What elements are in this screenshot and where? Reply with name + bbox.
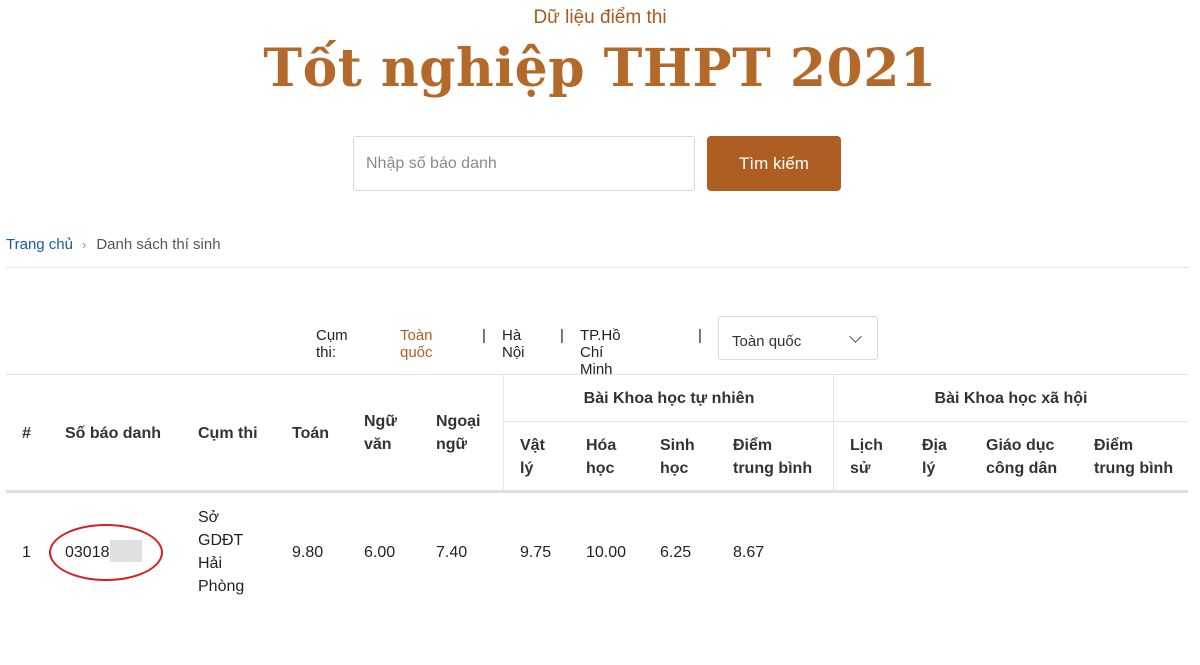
col-header-diem-tb-xh: Điểm trung bình <box>1094 434 1173 480</box>
cell-ngoai-ngu: 7.40 <box>436 544 468 561</box>
filter-separator: | <box>560 327 564 344</box>
header-line: Điểm <box>733 437 773 454</box>
search-input[interactable] <box>353 136 695 191</box>
header-line: lý <box>922 460 936 477</box>
header-line: ngữ <box>436 436 468 453</box>
table-header-border <box>6 490 1188 493</box>
filter-link-ha-noi[interactable]: Hà Nội <box>502 327 525 361</box>
header-line: học <box>586 460 615 477</box>
col-header-sbd: Số báo danh <box>65 425 161 442</box>
cell-index: 1 <box>22 544 31 561</box>
col-header-ngu-van: Ngữ văn <box>364 410 397 456</box>
col-header-diem-tb-tn: Điểm trung bình <box>733 434 812 480</box>
cell-diem-tb-tn: 8.67 <box>733 544 765 561</box>
header-line: Vật <box>520 437 545 454</box>
col-header-vat-ly: Vật lý <box>520 434 545 480</box>
header-line: trung bình <box>1094 460 1174 477</box>
filter-link-toan-quoc[interactable]: Toàn quốc <box>400 327 433 361</box>
table-top-border <box>6 374 1188 375</box>
breadcrumb-current: Danh sách thí sinh <box>96 236 221 253</box>
cell-vat-ly: 9.75 <box>520 544 552 561</box>
col-header-toan: Toán <box>292 425 330 442</box>
group-header-khxh: Bài Khoa học xã hội <box>934 390 1088 407</box>
cell-line: Phòng <box>198 578 245 595</box>
cell-toan: 9.80 <box>292 544 324 561</box>
cluster-select-value: Toàn quốc <box>732 332 802 350</box>
search-button[interactable]: Tìm kiếm <box>707 136 841 191</box>
header-line: lý <box>520 460 534 477</box>
cluster-select[interactable]: Toàn quốc <box>718 316 878 360</box>
header-line: Giáo dục <box>986 437 1055 454</box>
header-line: Điểm <box>1094 437 1134 454</box>
header-line: công dân <box>986 460 1058 477</box>
col-header-dia-ly: Địa lý <box>922 434 947 480</box>
col-header-gdcd: Giáo dục công dân <box>986 434 1057 480</box>
filter-link-tp-hcm[interactable]: TP.Hồ Chí Minh <box>580 327 621 378</box>
col-header-sinh-hoc: Sinh học <box>660 434 695 480</box>
col-header-lich-su: Lịch sử <box>850 434 883 480</box>
col-header-ngoai-ngu: Ngoại ngữ <box>436 410 480 456</box>
page-subtitle: Dữ liệu điểm thi <box>533 7 667 28</box>
cell-cum-thi: Sở GDĐT Hải Phòng <box>198 506 244 598</box>
header-line: Hóa <box>586 437 617 454</box>
filter-separator: | <box>698 327 702 344</box>
cell-line: Sở <box>198 509 220 526</box>
cell-line: Hải <box>198 555 223 572</box>
header-line: Địa <box>922 437 947 454</box>
chevron-right-icon: › <box>81 237 87 252</box>
chevron-down-icon <box>849 329 862 343</box>
col-header-cum-thi: Cụm thi <box>198 425 258 442</box>
header-line: văn <box>364 436 392 453</box>
header-line: trung bình <box>733 460 813 477</box>
page-title: Tốt nghiệp THPT 2021 <box>263 38 937 99</box>
highlight-circle <box>49 524 163 581</box>
divider <box>6 267 1188 268</box>
cell-ngu-van: 6.00 <box>364 544 396 561</box>
filter-label: Cụm thi: <box>316 327 348 361</box>
cell-hoa-hoc: 10.00 <box>586 544 627 561</box>
header-line: Lịch <box>850 437 883 454</box>
breadcrumb-home-link[interactable]: Trang chủ <box>6 236 73 253</box>
cell-sinh-hoc: 6.25 <box>660 544 692 561</box>
cell-line: GDĐT <box>198 532 244 549</box>
col-header-hoa-hoc: Hóa học <box>586 434 616 480</box>
header-line: Ngữ <box>364 413 397 430</box>
header-line: Ngoại <box>436 413 481 430</box>
header-line: Sinh <box>660 437 695 454</box>
header-line: sử <box>850 460 871 477</box>
col-header-index: # <box>22 425 31 442</box>
table-group-divider <box>504 421 1188 422</box>
filter-separator: | <box>482 327 486 344</box>
breadcrumb: Trang chủ › Danh sách thí sinh <box>6 236 221 253</box>
group-header-khtn: Bài Khoa học tự nhiên <box>583 390 755 407</box>
header-line: học <box>660 460 689 477</box>
